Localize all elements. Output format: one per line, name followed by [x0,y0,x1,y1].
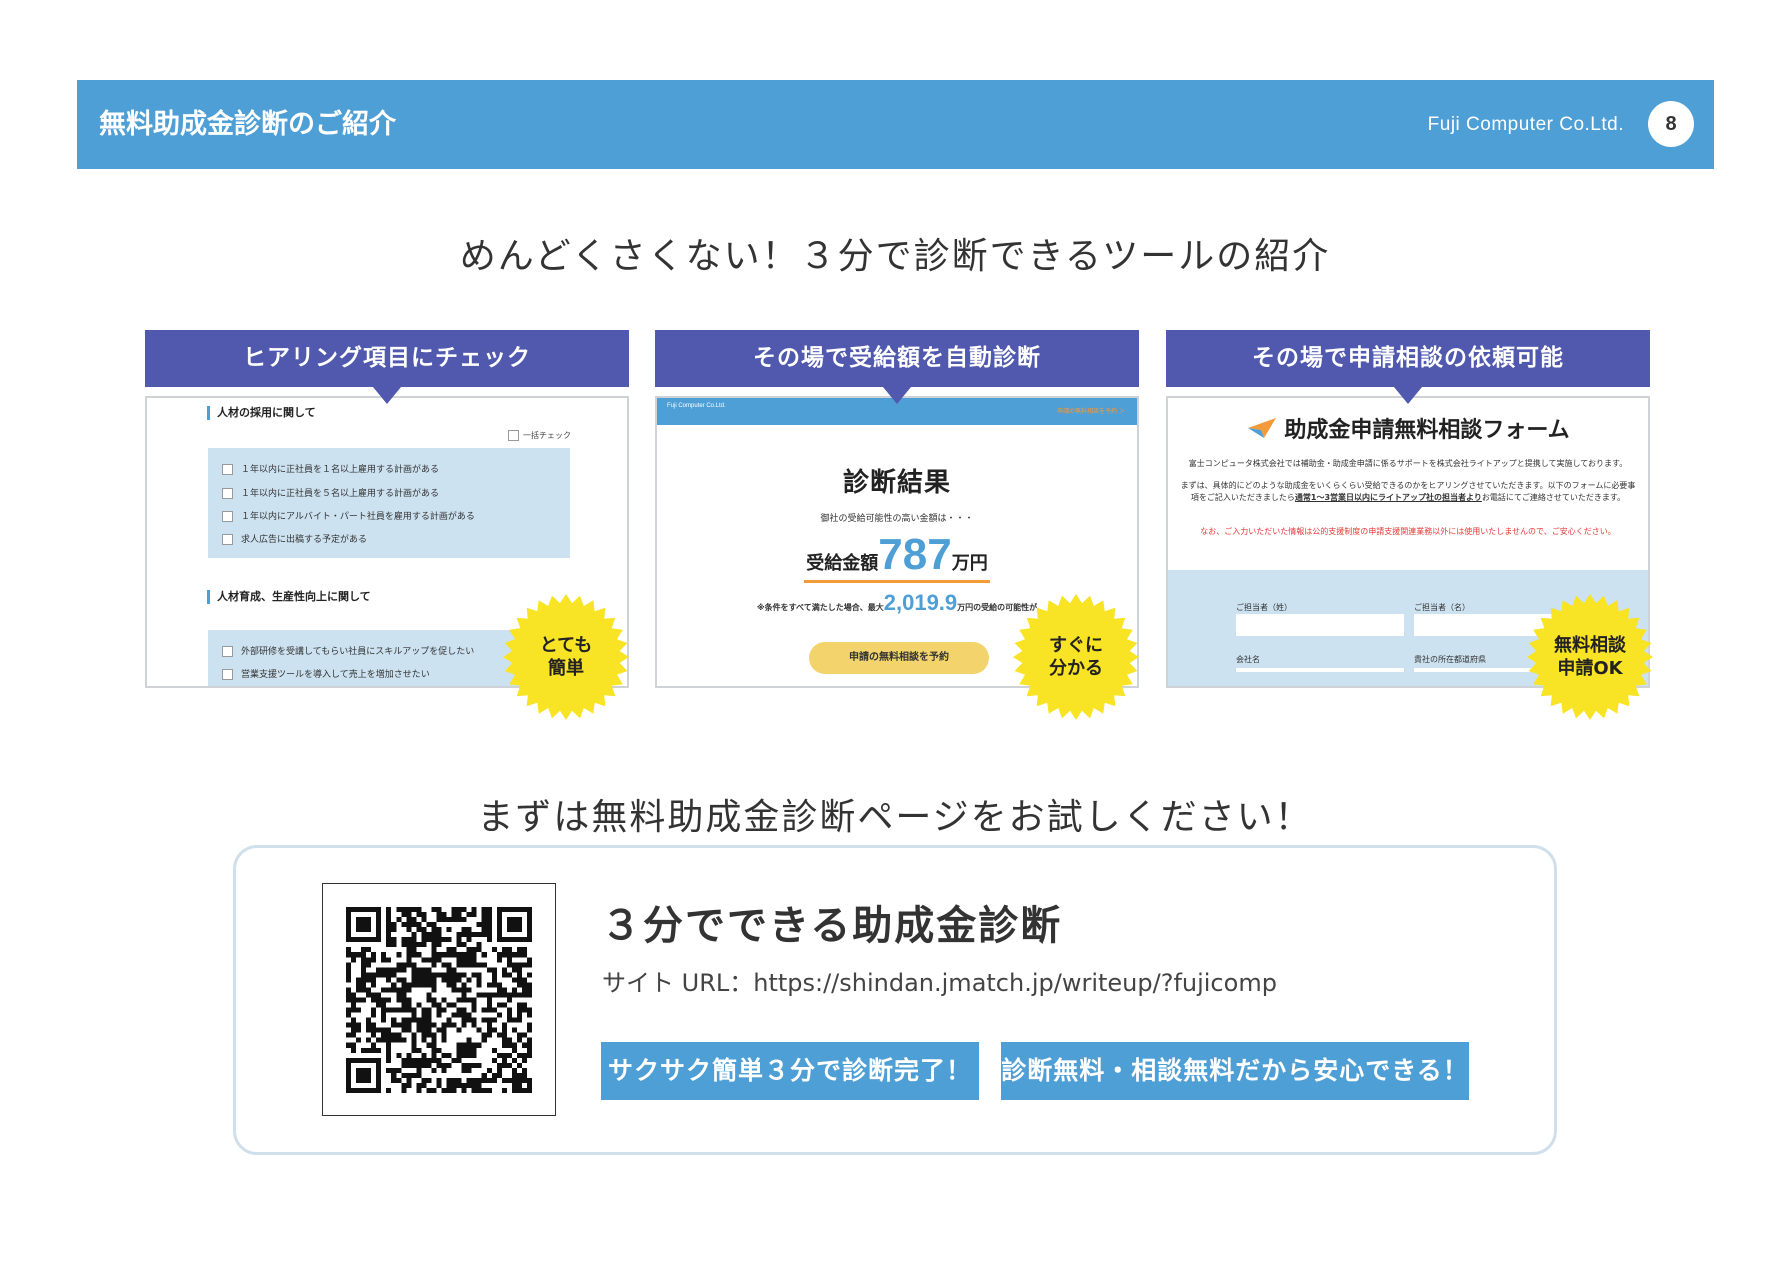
checklist-item[interactable]: １年以内に正社員を１名以上雇用する計画がある [222,462,439,475]
card-title: その場で申請相談の依頼可能 [1166,330,1650,387]
headline-try: まずは無料助成金診断ページをお試しください！ [477,797,1313,838]
feature-tag-free: 診断無料・相談無料だから安心できる！ [1001,1042,1469,1100]
privacy-notice: なお、ご入力いただいた情報は公的支援制度の申請支援関連業務以外には使用いたしませ… [1200,527,1616,536]
amount-label: 受給金額 [806,553,879,574]
card-arrow [373,387,401,404]
section-heading: 人材の採用に関して [207,406,316,420]
card-title: ヒアリング項目にチェック [145,330,629,387]
checklist-item[interactable]: 外部研修を受講してもらい社員にスキルアップを促したい [222,644,474,657]
amount-value: 787 [878,530,952,579]
amount-unit: 万円 [951,553,988,574]
site-url[interactable]: サイト URL：https://shindan.jmatch.jp/writeu… [602,963,1277,998]
last-name-input[interactable] [1236,614,1404,636]
amount-display: 受給金額787万円 [657,530,1137,583]
headline-tools: めんどくさくない！３分で診断できるツールの紹介 [459,236,1331,277]
card-arrow [1394,387,1422,404]
feature-card-diagnosis: その場で受給額を自動診断 Fuji Computer Co.Ltd. 申請の無料… [655,330,1139,720]
checklist-box: １年以内に正社員を１名以上雇用する計画がある １年以内に正社員を５名以上雇用する… [208,448,570,558]
burst-badge: 無料相談 申請OK [1525,592,1655,722]
field-label: 会社名 [1236,655,1260,664]
reserve-link[interactable]: 申請の無料相談を予約 ＞ [1057,406,1125,415]
company-name: Fuji Computer Co.Ltd. [1427,114,1624,135]
qr-code[interactable] [322,883,556,1116]
feature-tag-quick: サクサク簡単３分で診断完了！ [601,1042,979,1100]
qr-code-icon [346,907,532,1093]
burst-text: とても 簡単 [539,635,593,679]
company-input[interactable] [1236,668,1404,672]
reserve-consultation-button[interactable]: 申請の無料相談を予約 [809,642,989,674]
burst-text: 無料相談 申請OK [1554,635,1626,679]
card-arrow [883,387,911,404]
page-number-badge: 8 [1648,101,1694,147]
burst-badge: すぐに 分かる [1011,592,1141,722]
field-label: ご担当者（名） [1414,603,1470,612]
header-bar: 無料助成金診断のご紹介 Fuji Computer Co.Ltd. 8 [77,80,1714,169]
result-subtitle: 御社の受給可能性の高い金額は・・・ [820,514,974,524]
checklist-item[interactable]: 求人広告に出稿する予定がある [222,532,367,545]
form-intro: 富士コンピュータ株式会社では補助金・助成金申請に係るサポートを株式会社ライトアッ… [1188,459,1628,468]
burst-badge: とても 簡単 [501,592,631,722]
feature-card-consultation: その場で申請相談の依頼可能 助成金申請無料相談フォーム 富士コンピュータ株式会社… [1166,330,1653,720]
field-label: ご担当者（姓） [1236,603,1292,612]
result-title: 診断結果 [842,468,951,498]
checklist-item[interactable]: １年以内に正社員を５名以上雇用する計画がある [222,486,439,499]
field-label: 貴社の所在都道府県 [1414,655,1486,664]
burst-text: すぐに 分かる [1049,635,1103,679]
card-title: その場で受給額を自動診断 [655,330,1139,387]
checklist-item[interactable]: 営業支援ツールを導入して売上を増加させたい [222,667,430,680]
checklist-item[interactable]: １年以内にアルバイト・パート社員を雇用する計画がある [222,509,475,522]
page-title: 無料助成金診断のご紹介 [99,109,396,140]
panel-title: ３分でできる助成金診断 [601,903,1063,949]
check-all-checkbox[interactable]: 一括チェック [508,430,571,441]
site-logo: Fuji Computer Co.Ltd. [667,403,726,409]
feature-card-hearing: ヒアリング項目にチェック 人材の採用に関して 一括チェック １年以内に正社員を１… [145,330,629,720]
writeup-logo-icon [1246,416,1278,440]
form-title: 助成金申請無料相談フォーム [1168,412,1648,444]
form-body: まずは、具体的にどのような助成金をいくらくらい受給できるのかをヒアリングさせてい… [1180,481,1636,502]
section-heading: 人材育成、生産性向上に関して [207,590,371,604]
